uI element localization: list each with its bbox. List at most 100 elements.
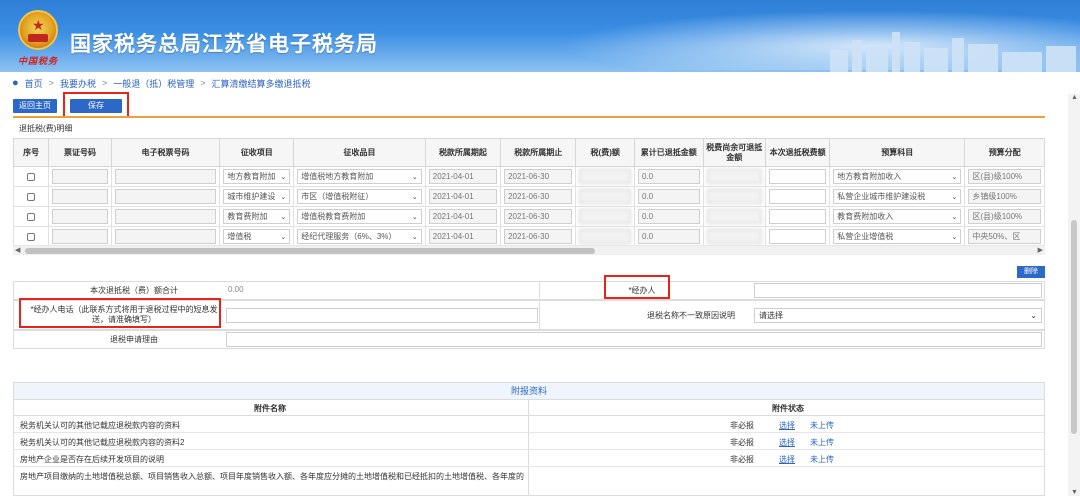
levy-subitem-select[interactable]: 经纪代理服务（6%、3%） ⌄ — [297, 229, 422, 244]
period-start-field[interactable]: 2021-04-01 — [428, 209, 498, 224]
table-header-row: 序号 票证号码 电子税票号码 征收项目 征收品目 税款所属期起 税款所属期止 税… — [13, 138, 1045, 167]
breadcrumb-refund-management[interactable]: 一般退（抵）税管理 — [113, 77, 194, 90]
save-button[interactable]: 保存 — [70, 99, 122, 113]
emblem-caption: 中国税务 — [18, 56, 59, 66]
e-ticket-no-field[interactable] — [114, 189, 217, 204]
chevron-down-icon: ⌄ — [411, 233, 418, 241]
vertical-scroll-thumb[interactable] — [1071, 220, 1077, 434]
refunded-total-field[interactable]: 0.0 — [638, 229, 700, 244]
levy-item-select[interactable]: 教育费附加 ⌄ — [223, 209, 291, 224]
e-ticket-no-field[interactable] — [114, 229, 217, 244]
this-refund-field[interactable] — [768, 169, 827, 184]
this-refund-field[interactable] — [768, 229, 827, 244]
attachment-select-link[interactable]: 选择 — [779, 420, 795, 431]
levy-item-select[interactable]: 城市维护建设 ⌄ — [223, 189, 291, 204]
e-ticket-no-field[interactable] — [114, 209, 217, 224]
back-home-button[interactable]: 返回主页 — [13, 99, 57, 113]
levy-item-select[interactable]: 增值税 ⌄ — [223, 229, 291, 244]
row-checkbox[interactable] — [27, 192, 36, 201]
name-mismatch-select[interactable]: 请选择 ⌄ — [754, 308, 1042, 323]
page-vertical-scrollbar[interactable]: ▲ ▼ — [1068, 94, 1080, 496]
this-refund-field[interactable] — [768, 189, 827, 204]
form-row-phone: *经办人电话（此联系方式将用于退税过程中的短息发送，请准确填写） 退税名称不一致… — [13, 300, 1045, 330]
voucher-no-field[interactable] — [52, 189, 108, 204]
attachment-select-link[interactable]: 选择 — [779, 437, 795, 448]
remaining-amount-field[interactable] — [706, 189, 762, 204]
budget-allocation-field[interactable]: 乡镇级100% — [968, 189, 1041, 204]
budget-subject-select[interactable]: 私营企业增值税 ⌄ — [833, 229, 962, 244]
budget-allocation-field[interactable]: 中央50%、区 — [968, 229, 1041, 244]
period-end-field[interactable]: 2021-06-30 — [504, 189, 573, 204]
voucher-no-field[interactable] — [52, 209, 108, 224]
tax-amount-field[interactable] — [579, 169, 631, 184]
attachment-row: 税务机关认可的其他记载应退税款内容的资料2 非必报 选择 未上传 — [14, 433, 1044, 450]
budget-subject-select[interactable]: 地方教育附加收入 ⌄ — [833, 169, 962, 184]
e-ticket-no-field[interactable] — [114, 169, 217, 184]
this-refund-field[interactable] — [768, 209, 827, 224]
tax-amount-field[interactable] — [579, 229, 631, 244]
refunded-total-field[interactable]: 0.0 — [638, 189, 700, 204]
breadcrumb-separator: > — [48, 78, 54, 88]
budget-allocation-field[interactable]: 区(县)级100% — [968, 209, 1041, 224]
name-mismatch-label: 退税名称不一致原因说明 — [647, 311, 735, 320]
attachment-row: 房地产项目缴纳的土地增值税总额、项目销售收入总额、项目年度销售收入额、各年度应分… — [14, 467, 1044, 484]
voucher-no-field[interactable] — [52, 169, 108, 184]
attachment-required: 非必报 — [730, 421, 754, 430]
handler-phone-input[interactable] — [226, 308, 538, 323]
chevron-down-icon: ⌄ — [951, 213, 958, 221]
period-start-field[interactable]: 2021-04-01 — [428, 169, 498, 184]
row-checkbox[interactable] — [27, 212, 36, 221]
breadcrumb: ● 首页 > 我要办税 > 一般退（抵）税管理 > 汇算清缴结算多缴退抵税 — [12, 76, 311, 90]
refunded-total-field[interactable]: 0.0 — [638, 209, 700, 224]
horizontal-scrollbar[interactable]: ◀ ▶ — [13, 245, 1045, 255]
delete-row-button[interactable]: 删除 — [1017, 266, 1045, 278]
col-header-levy-subitem: 征收品目 — [293, 138, 426, 167]
budget-subject-select[interactable]: 私营企业城市维护建设税 ⌄ — [833, 189, 962, 204]
city-skyline-graphic — [830, 32, 1076, 72]
attachment-select-link[interactable]: 选择 — [779, 454, 795, 465]
levy-subitem-select[interactable]: 市区（增值税附征） ⌄ — [297, 189, 422, 204]
scroll-down-arrow-icon[interactable]: ▼ — [1071, 489, 1078, 496]
scroll-right-arrow-icon[interactable]: ▶ — [1038, 246, 1043, 254]
levy-subitem-select[interactable]: 增值税教育费附加 ⌄ — [297, 209, 422, 224]
period-end-field[interactable]: 2021-06-30 — [504, 169, 573, 184]
scroll-left-arrow-icon[interactable]: ◀ — [15, 246, 20, 254]
remaining-amount-field[interactable] — [706, 229, 762, 244]
chevron-down-icon: ⌄ — [411, 173, 418, 181]
table-row: 城市维护建设 ⌄ 市区（增值税附征） ⌄ 2021-04-01 2021-06-30… — [13, 186, 1045, 207]
tax-amount-field[interactable] — [579, 209, 631, 224]
handler-input[interactable] — [754, 283, 1042, 298]
period-end-field[interactable]: 2021-06-30 — [504, 229, 573, 244]
chevron-down-icon: ⌄ — [280, 233, 287, 241]
row-checkbox[interactable] — [27, 172, 36, 181]
col-header-this-refund: 本次退抵税费额 — [764, 138, 831, 167]
chevron-down-icon: ⌄ — [1030, 311, 1037, 320]
breadcrumb-separator: > — [101, 78, 108, 88]
handler-label: *经办人 — [628, 286, 656, 295]
tax-amount-field[interactable] — [579, 189, 631, 204]
attachment-status-header: 附件状态 — [772, 404, 804, 413]
row-checkbox[interactable] — [27, 232, 36, 241]
breadcrumb-tax-service[interactable]: 我要办税 — [60, 77, 96, 90]
attachment-status: 未上传 — [810, 455, 834, 464]
levy-item-select[interactable]: 地方教育附加 ⌄ — [223, 169, 291, 184]
levy-subitem-select[interactable]: 增值税地方教育附加 ⌄ — [297, 169, 422, 184]
scroll-up-arrow-icon[interactable]: ▲ — [1071, 94, 1078, 101]
refund-reason-input[interactable] — [226, 332, 1042, 347]
horizontal-scroll-thumb[interactable] — [25, 248, 595, 254]
handler-phone-label: *经办人电话（此联系方式将用于退税过程中的短息发送，请准确填写） — [30, 305, 218, 324]
breadcrumb-home[interactable]: 首页 — [25, 77, 43, 90]
col-header-budget-subject: 预算科目 — [829, 138, 966, 167]
period-start-field[interactable]: 2021-04-01 — [428, 229, 498, 244]
voucher-no-field[interactable] — [52, 229, 108, 244]
col-header-index: 序号 — [13, 138, 50, 167]
budget-subject-select[interactable]: 教育费附加收入 ⌄ — [833, 209, 962, 224]
remaining-amount-field[interactable] — [706, 209, 762, 224]
refunded-total-field[interactable]: 0.0 — [638, 169, 700, 184]
period-end-field[interactable]: 2021-06-30 — [504, 209, 573, 224]
attachment-row: 房地产企业是否存在后续开发项目的说明 非必报 选择 未上传 — [14, 450, 1044, 467]
remaining-amount-field[interactable] — [706, 169, 762, 184]
period-start-field[interactable]: 2021-04-01 — [428, 189, 498, 204]
budget-allocation-field[interactable]: 区(县)级100% — [968, 169, 1041, 184]
form-row-reason: 退税申请理由 — [13, 330, 1045, 349]
